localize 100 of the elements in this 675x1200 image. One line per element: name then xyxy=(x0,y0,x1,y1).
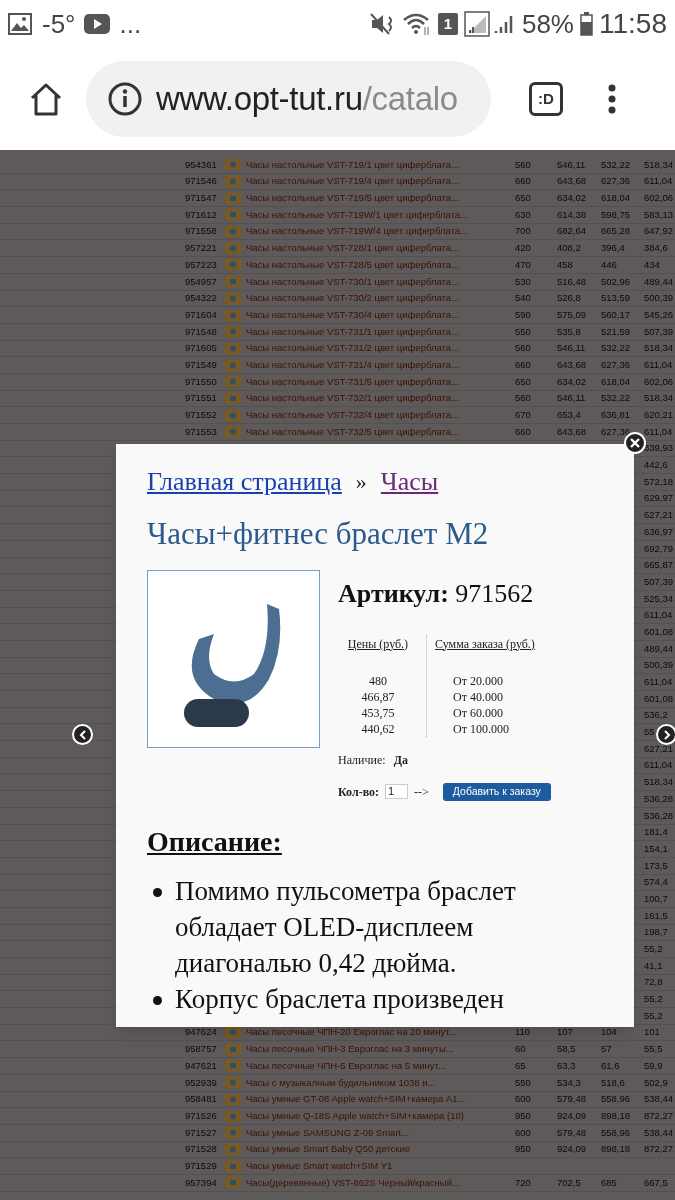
order-sum-value: От 40.000 xyxy=(452,688,503,705)
table-cell: 55,2 xyxy=(644,942,663,957)
table-cell-text: 545,26 xyxy=(644,307,674,322)
product-link[interactable]: Часы настольные VST-730/4 цвет циферблата... xyxy=(246,307,515,323)
table-cell: 538,44 xyxy=(644,1092,674,1107)
quantity-field[interactable]: 1 xyxy=(385,784,409,799)
product-link[interactable]: Часы(деревянные) VST-862S Черный/красный... xyxy=(246,1175,515,1190)
product-link[interactable]: Часы настольные VST-731/2 цвет циферблата... xyxy=(246,341,515,356)
table-cell: 602,06 xyxy=(644,374,674,389)
table-cell-text: 650 xyxy=(515,374,532,389)
table-cell: 611,04 xyxy=(644,675,673,690)
product-link[interactable]: Часы настольные VST-731/4 цвет циферблата... xyxy=(246,357,515,373)
address-bar[interactable]: www.opt-tut.ru/catalo xyxy=(86,61,491,137)
table-cell-text: 590 xyxy=(515,307,532,322)
table-cell-text: 458 xyxy=(557,257,574,272)
product-link[interactable]: Часы настольные VST-719W/4 цвет циферблата... xyxy=(246,224,515,239)
table-cell-text: 958481 xyxy=(185,1092,218,1107)
table-cell-text: 55,2 xyxy=(644,1008,663,1023)
product-link[interactable]: Часы умные SAMSUNG Z-09 Smart... xyxy=(246,1125,515,1140)
table-cell-text: 650 xyxy=(515,191,532,206)
product-link[interactable]: Часы настольные VST-731/1 цвет циферблата... xyxy=(246,324,515,339)
table-cell-text: 971548 xyxy=(185,324,218,339)
product-link[interactable]: Часы умные Smart watch+SIM Y1 xyxy=(246,1158,515,1174)
table-cell-text: 924,09 xyxy=(557,1108,588,1123)
camera-icon xyxy=(225,309,241,321)
product-link[interactable]: Часы настольные VST-732/4 цвет циферблата... xyxy=(246,408,515,423)
table-cell: 518,34 xyxy=(644,391,674,406)
product-link[interactable]: Часы настольные VST-719W/1 цвет циферблата... xyxy=(246,207,515,223)
product-link[interactable]: Часы настольные VST-730/2 цвет циферблата... xyxy=(246,291,515,306)
product-link[interactable]: Часы настольные VST-730/1 цвет циферблата... xyxy=(246,274,515,289)
table-cell-text: 420 xyxy=(515,241,532,256)
camera-icon xyxy=(225,392,241,404)
table-cell-text: 971529 xyxy=(185,1158,218,1173)
table-cell-text: 532,22 xyxy=(601,391,632,406)
table-cell-text: 898,18 xyxy=(601,1142,632,1157)
bullet-icon xyxy=(153,887,162,897)
table-cell-text: 560 xyxy=(515,391,532,406)
breadcrumb-separator: » xyxy=(355,468,367,496)
table-cell-text: 971549 xyxy=(185,357,218,372)
product-link[interactable]: Часы настольные VST-728/1 цвет циферблата... xyxy=(246,241,515,256)
table-cell-text: 546,11 xyxy=(557,391,587,406)
table-cell-text: 396,4 xyxy=(601,241,626,256)
product-link[interactable]: Часы умные Smart Baby Q50 детские xyxy=(246,1142,515,1157)
wifi-icon xyxy=(401,11,432,37)
camera-icon xyxy=(225,1043,241,1055)
description-text: Помимо пульсометра браслет обладает OLED-дисплеем диагональю 0,42 дюйма. xyxy=(175,874,517,980)
table-cell-text: 598,75 xyxy=(601,207,632,222)
product-link[interactable]: Часы настольные VST-731/5 цвет циферблата... xyxy=(246,374,515,389)
product-link[interactable]: Часы умные Q-18S Apple watch+SIM+камера (10) xyxy=(246,1108,515,1124)
table-cell: 500,39 xyxy=(644,658,674,673)
table-cell-text: 685 xyxy=(601,1175,618,1190)
signal-icon xyxy=(463,11,490,37)
product-link[interactable]: Часы умные GT-08 Apple watch+SIM+камера A1... xyxy=(246,1092,515,1107)
table-cell-text: 534,3 xyxy=(557,1075,582,1090)
table-cell-text: 110 xyxy=(515,1025,532,1040)
product-link[interactable]: Часы песочные ЧПН-3 Евроглас на 3 минуты... xyxy=(246,1042,515,1057)
info-icon xyxy=(108,82,142,116)
table-cell-text: 971546 xyxy=(185,174,218,189)
product-link[interactable]: Часы настольные VST-732/5 цвет циферблата... xyxy=(246,424,515,439)
table-cell-text: 63,3 xyxy=(557,1058,577,1073)
table-cell-text: 630 xyxy=(515,207,532,222)
product-link[interactable]: Часы песочные ЧПН-5 Евроглас на 5 минут... xyxy=(246,1058,515,1074)
table-cell-text: 947624 xyxy=(185,1025,218,1040)
table-cell-text: 100,7 xyxy=(644,891,668,906)
table-cell-text: 583,13 xyxy=(644,207,674,222)
tab-switcher-button[interactable]: :D xyxy=(529,82,563,116)
table-cell-text: 634,02 xyxy=(557,191,588,206)
table-cell-text: 653,4 xyxy=(557,408,582,423)
add-to-order-button[interactable]: Добавить к заказу xyxy=(442,782,551,801)
product-link[interactable]: Часы настольные VST-719/5 цвет циферблата... xyxy=(246,191,515,206)
product-link[interactable]: Часы настольные VST-732/1 цвет циферблата... xyxy=(246,391,515,406)
table-cell: 665,87 xyxy=(644,558,674,573)
product-link[interactable]: Часы с музыкалным будильником 1038 и... xyxy=(246,1075,515,1090)
camera-icon xyxy=(225,1160,241,1172)
arrow-text: --> xyxy=(414,783,429,801)
description-heading: Описание: xyxy=(147,824,283,859)
table-cell-text: 627,36 xyxy=(601,174,632,189)
table-cell-text: 560 xyxy=(515,157,532,172)
table-cell-text: 59,9 xyxy=(644,1058,663,1073)
battery-percent-text: 58% xyxy=(521,7,574,41)
table-cell-text: 950 xyxy=(515,1108,532,1123)
table-cell: 629,97 xyxy=(644,491,674,506)
table-cell: 692,79 xyxy=(644,541,674,556)
product-link[interactable]: Часы настольные VST-719/1 цвет циферблата... xyxy=(246,157,515,172)
product-link[interactable]: Часы настольные VST-728/5 цвет циферблата... xyxy=(246,257,515,273)
table-cell-text: 434 xyxy=(644,257,660,272)
product-link[interactable]: Часы настольные VST-719/4 цвет циферблата... xyxy=(246,174,515,189)
table-cell-text: 971526 xyxy=(185,1108,218,1123)
product-link[interactable]: Часы песочные ЧПН-20 Евроглас на 20 минут... xyxy=(246,1025,515,1040)
breadcrumb-link[interactable]: Часы xyxy=(380,462,439,501)
temperature-text: -5° xyxy=(42,7,76,41)
article-number: Артикул: 971562 xyxy=(338,577,535,610)
camera-icon xyxy=(225,326,241,338)
table-cell-text: 60 xyxy=(515,1042,527,1057)
camera-icon xyxy=(225,209,241,221)
table-cell-text: 872,27 xyxy=(644,1108,674,1123)
availability-label: Наличие: xyxy=(338,751,386,769)
breadcrumb-link[interactable]: Главная страница xyxy=(147,462,342,501)
table-cell-text: 665,28 xyxy=(601,224,632,239)
table-cell-text: 971552 xyxy=(185,408,218,423)
